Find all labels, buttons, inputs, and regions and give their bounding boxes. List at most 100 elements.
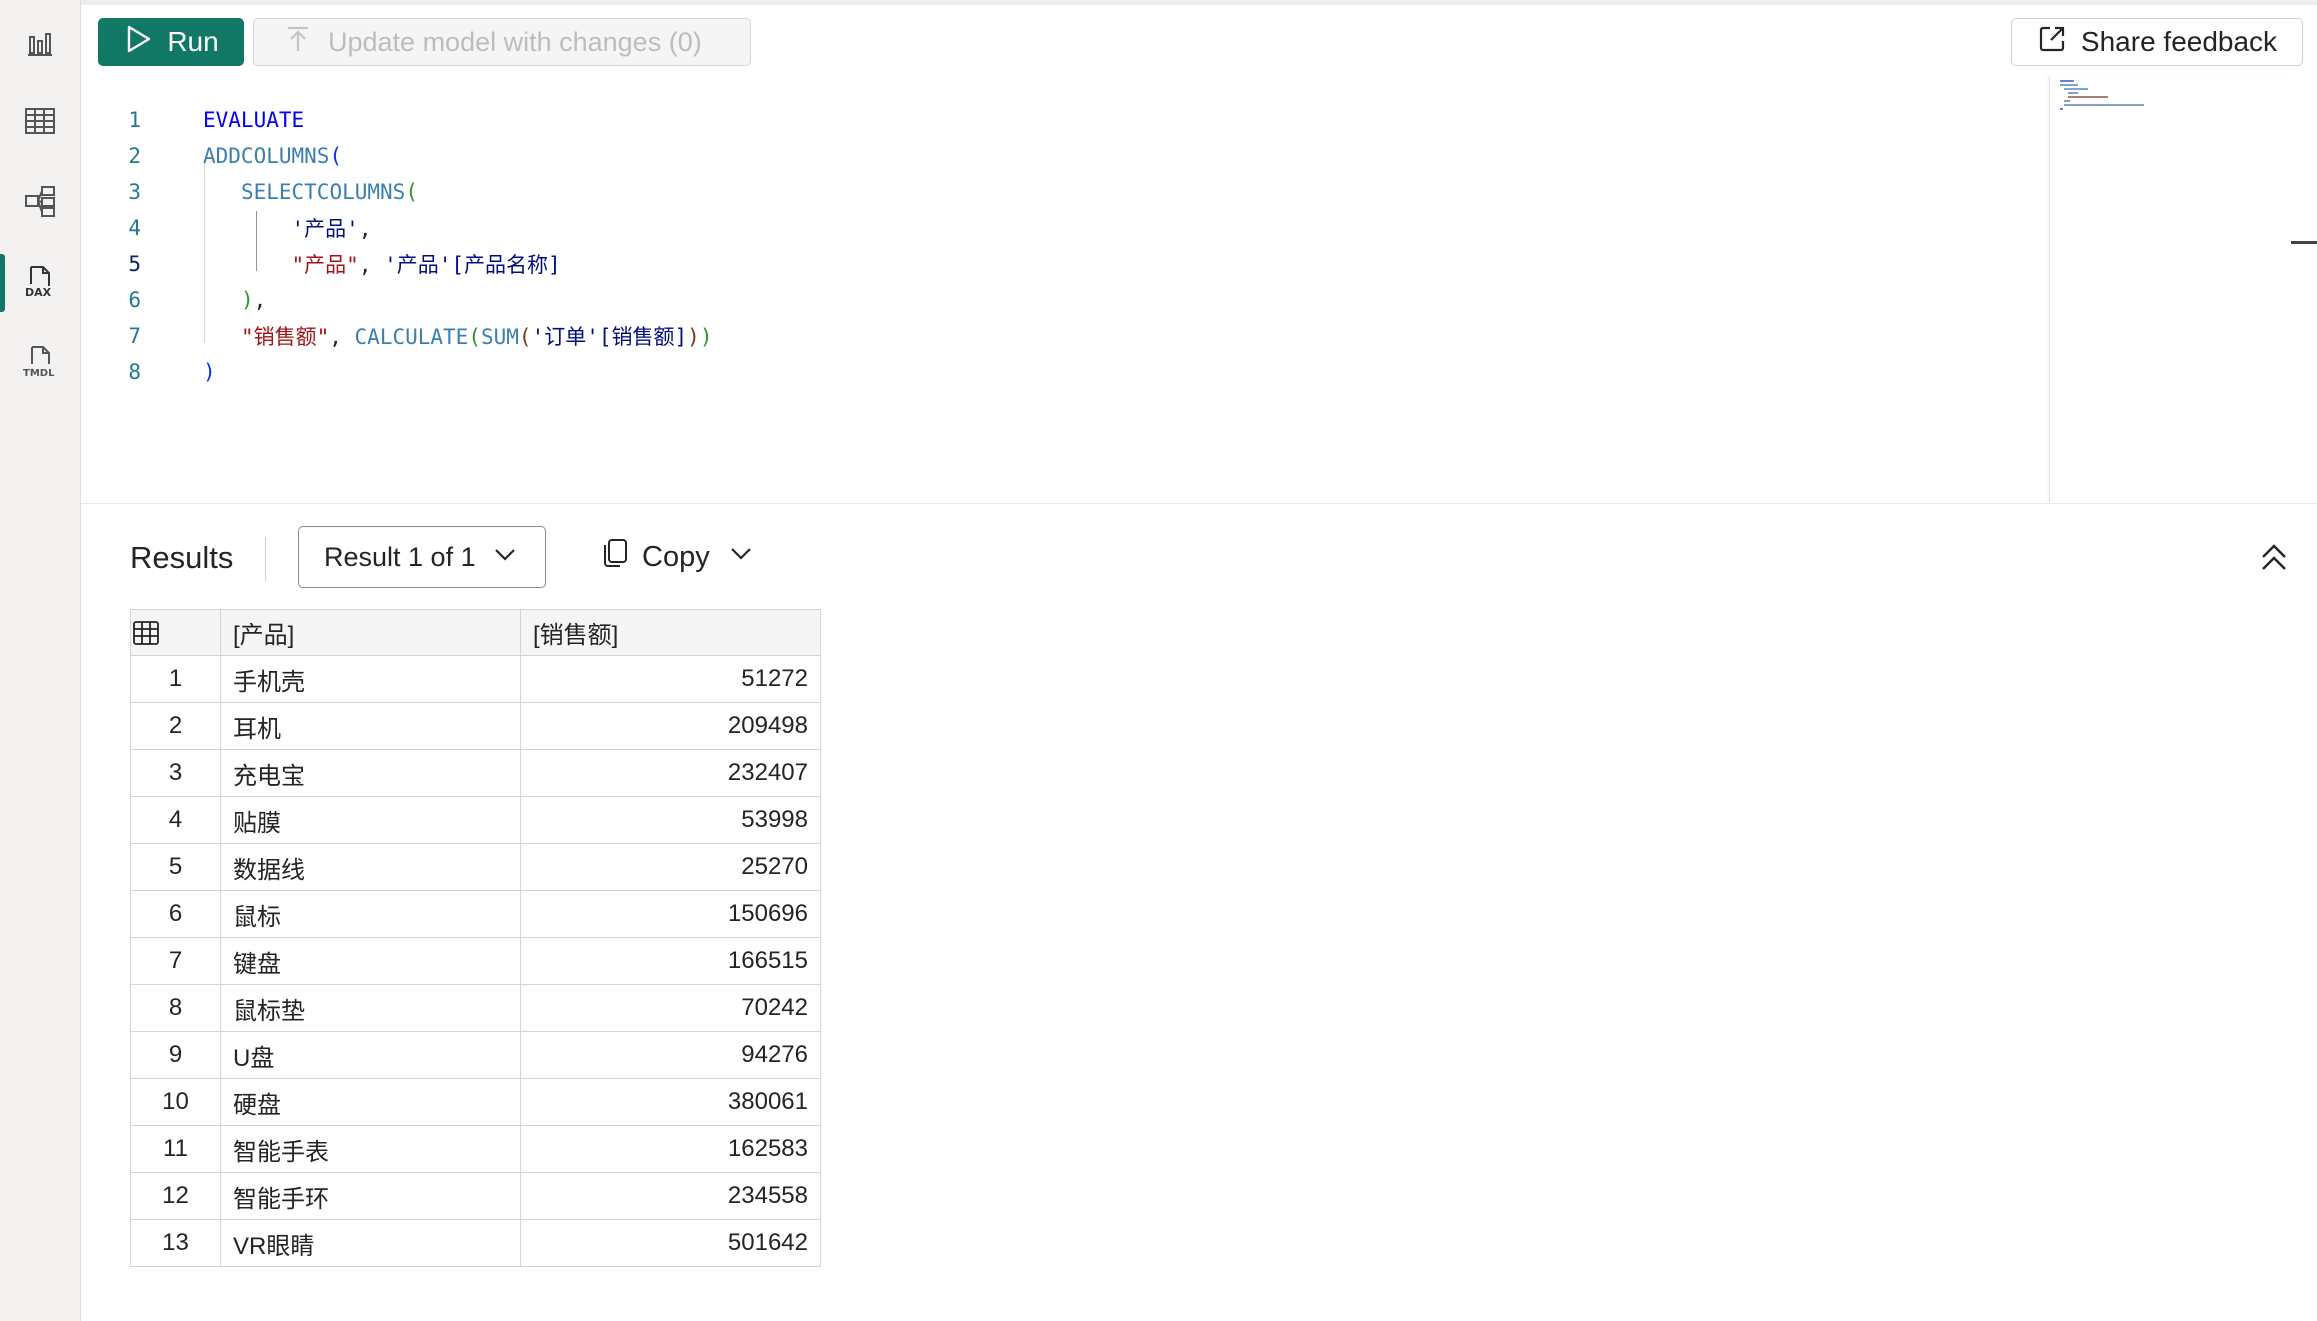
update-model-button[interactable]: Update model with changes (0) bbox=[253, 18, 751, 66]
copy-icon bbox=[600, 537, 630, 577]
table-row[interactable]: 5 数据线 25270 bbox=[130, 843, 821, 891]
row-index-cell[interactable]: 6 bbox=[130, 890, 221, 938]
code-line[interactable]: 1 EVALUATE bbox=[81, 102, 304, 138]
dax-icon-label: DAX bbox=[25, 286, 52, 298]
code-text: ) bbox=[203, 360, 216, 384]
line-number: 5 bbox=[128, 252, 141, 276]
code-line[interactable]: 4 '产品', bbox=[81, 210, 371, 246]
product-cell[interactable]: 鼠标 bbox=[220, 890, 521, 938]
rail-item-table[interactable] bbox=[0, 88, 80, 158]
product-cell[interactable]: 数据线 bbox=[220, 843, 521, 891]
sales-cell[interactable]: 25270 bbox=[520, 843, 821, 891]
column-header-sales[interactable]: [销售额] bbox=[520, 609, 821, 656]
code-line[interactable]: 8 ) bbox=[81, 354, 215, 390]
code-line[interactable]: 2 ADDCOLUMNS( bbox=[81, 138, 342, 174]
table-row[interactable]: 9 U盘 94276 bbox=[130, 1031, 821, 1079]
sales-cell[interactable]: 234558 bbox=[520, 1172, 821, 1220]
token-function: ADDCOLUMNS bbox=[203, 144, 330, 168]
result-selector-label: Result 1 of 1 bbox=[324, 541, 476, 572]
row-index-cell[interactable]: 4 bbox=[130, 796, 221, 844]
rail-item-model[interactable] bbox=[0, 168, 80, 238]
table-row[interactable]: 6 鼠标 150696 bbox=[130, 890, 821, 938]
sales-cell[interactable]: 232407 bbox=[520, 749, 821, 797]
table-row[interactable]: 2 耳机 209498 bbox=[130, 702, 821, 750]
row-index-cell[interactable]: 12 bbox=[130, 1172, 221, 1220]
token-column: [产品名称] bbox=[451, 253, 561, 277]
sales-cell[interactable]: 162583 bbox=[520, 1125, 821, 1173]
product-cell[interactable]: 智能手表 bbox=[220, 1125, 521, 1173]
table-row[interactable]: 7 键盘 166515 bbox=[130, 937, 821, 985]
rail-item-dax-query[interactable]: DAX bbox=[0, 248, 80, 318]
row-index-cell[interactable]: 10 bbox=[130, 1078, 221, 1126]
token-function: CALCULATE bbox=[354, 325, 469, 349]
product-cell[interactable]: 硬盘 bbox=[220, 1078, 521, 1126]
play-icon bbox=[123, 24, 153, 61]
row-index-cell[interactable]: 8 bbox=[130, 984, 221, 1032]
sales-cell[interactable]: 94276 bbox=[520, 1031, 821, 1079]
product-cell[interactable]: 智能手环 bbox=[220, 1172, 521, 1220]
row-index-cell[interactable]: 13 bbox=[130, 1219, 221, 1267]
product-cell[interactable]: 充电宝 bbox=[220, 749, 521, 797]
select-all-cell[interactable] bbox=[130, 609, 221, 656]
column-header-product[interactable]: [产品] bbox=[220, 609, 521, 656]
line-number: 3 bbox=[128, 180, 141, 204]
code-line[interactable]: 6 ), bbox=[81, 282, 266, 318]
rail-item-tmdl[interactable]: TMDL bbox=[0, 328, 80, 398]
product-cell[interactable]: 贴膜 bbox=[220, 796, 521, 844]
code-line-current[interactable]: 5 "产品", '产品'[产品名称] bbox=[81, 246, 560, 282]
row-index-cell[interactable]: 3 bbox=[130, 749, 221, 797]
results-table-body: 1 手机壳 51272 2 耳机 209498 3 充电宝 232407 4 贴膜 53998 5 数据线… bbox=[130, 655, 821, 1267]
results-table: [产品] [销售额] 1 手机壳 51272 2 耳机 209498 3 充电宝 232407 4… bbox=[130, 609, 821, 1267]
sales-cell[interactable]: 380061 bbox=[520, 1078, 821, 1126]
line-number: 1 bbox=[128, 108, 141, 132]
tmdl-icon-label: TMDL bbox=[23, 368, 55, 378]
result-selector-dropdown[interactable]: Result 1 of 1 bbox=[298, 526, 546, 588]
chevron-down-icon[interactable] bbox=[722, 540, 754, 574]
product-cell[interactable]: 耳机 bbox=[220, 702, 521, 750]
product-cell[interactable]: 鼠标垫 bbox=[220, 984, 521, 1032]
table-row[interactable]: 3 充电宝 232407 bbox=[130, 749, 821, 797]
model-icon bbox=[23, 184, 57, 222]
product-cell[interactable]: 手机壳 bbox=[220, 655, 521, 703]
editor-minimap[interactable] bbox=[2049, 76, 2292, 503]
table-row[interactable]: 10 硬盘 380061 bbox=[130, 1078, 821, 1126]
sales-cell[interactable]: 150696 bbox=[520, 890, 821, 938]
sales-cell[interactable]: 501642 bbox=[520, 1219, 821, 1267]
query-toolbar: Run Update model with changes (0) Share … bbox=[81, 0, 2317, 82]
code-line[interactable]: 3 SELECTCOLUMNS( bbox=[81, 174, 418, 210]
code-text: '产品', bbox=[291, 217, 372, 241]
editor-scrollbar[interactable] bbox=[2291, 76, 2317, 503]
row-index-cell[interactable]: 2 bbox=[130, 702, 221, 750]
sales-cell[interactable]: 209498 bbox=[520, 702, 821, 750]
table-row[interactable]: 13 VR眼睛 501642 bbox=[130, 1219, 821, 1267]
sales-cell[interactable]: 51272 bbox=[520, 655, 821, 703]
row-index-cell[interactable]: 1 bbox=[130, 655, 221, 703]
copy-button-label: Copy bbox=[642, 540, 710, 573]
row-index-cell[interactable]: 5 bbox=[130, 843, 221, 891]
row-index-cell[interactable]: 11 bbox=[130, 1125, 221, 1173]
rail-item-report[interactable] bbox=[0, 10, 80, 80]
product-cell[interactable]: U盘 bbox=[220, 1031, 521, 1079]
table-row[interactable]: 12 智能手环 234558 bbox=[130, 1172, 821, 1220]
sales-cell[interactable]: 70242 bbox=[520, 984, 821, 1032]
table-row[interactable]: 8 鼠标垫 70242 bbox=[130, 984, 821, 1032]
scroll-position-marker bbox=[2291, 241, 2317, 244]
table-row[interactable]: 11 智能手表 162583 bbox=[130, 1125, 821, 1173]
code-text: EVALUATE bbox=[203, 108, 304, 132]
table-row[interactable]: 1 手机壳 51272 bbox=[130, 655, 821, 703]
share-feedback-button[interactable]: Share feedback bbox=[2011, 18, 2303, 66]
collapse-results-button[interactable] bbox=[2256, 540, 2292, 576]
sales-cell[interactable]: 166515 bbox=[520, 937, 821, 985]
row-index-cell[interactable]: 9 bbox=[130, 1031, 221, 1079]
pane-divider[interactable] bbox=[81, 503, 2317, 504]
product-cell[interactable]: VR眼睛 bbox=[220, 1219, 521, 1267]
product-cell[interactable]: 键盘 bbox=[220, 937, 521, 985]
sales-cell[interactable]: 53998 bbox=[520, 796, 821, 844]
code-line[interactable]: 7 "销售额", CALCULATE(SUM('订单'[销售额])) bbox=[81, 318, 712, 354]
run-button[interactable]: Run bbox=[98, 18, 244, 66]
dax-code-editor[interactable]: 1 EVALUATE 2 ADDCOLUMNS( 3 SELECTCOLUMNS… bbox=[81, 76, 2049, 503]
row-index-cell[interactable]: 7 bbox=[130, 937, 221, 985]
dax-icon: DAX bbox=[23, 264, 57, 302]
table-row[interactable]: 4 贴膜 53998 bbox=[130, 796, 821, 844]
copy-button[interactable]: Copy bbox=[600, 532, 754, 582]
